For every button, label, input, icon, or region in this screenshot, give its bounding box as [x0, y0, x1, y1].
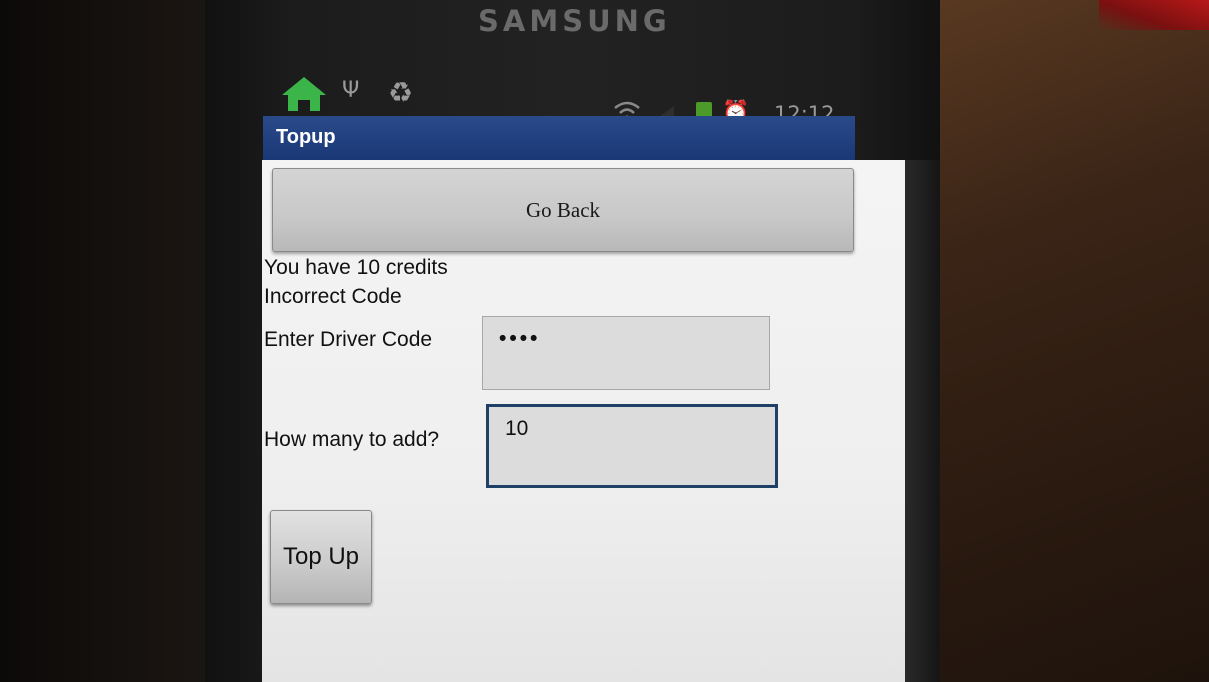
recycle-icon: ♻ [388, 76, 414, 109]
app-title: Topup [276, 126, 336, 148]
usb-icon: Ψ [342, 78, 360, 103]
app-content: Go Back You have 10 credits Incorrect Co… [262, 160, 908, 682]
error-message: Incorrect Code [264, 285, 402, 308]
driver-code-label: Enter Driver Code [264, 328, 433, 351]
background-red-object [1099, 0, 1209, 30]
background-left [0, 0, 230, 682]
amount-label: How many to add? [264, 428, 440, 451]
device-brand-logo: SAMSUNG [478, 4, 671, 38]
home-icon [282, 77, 326, 111]
phone-bezel-right [905, 160, 940, 682]
credits-text: You have 10 credits [264, 256, 448, 279]
amount-field[interactable]: 10 [486, 404, 778, 488]
go-back-button[interactable]: Go Back [272, 168, 854, 252]
top-up-button[interactable]: Top Up [270, 510, 372, 604]
driver-code-field[interactable]: •••• [482, 316, 770, 390]
photo-scene: SAMSUNG Ψ ♻ ⏰ 12:12 Topup Go Back You ha… [0, 0, 1209, 682]
